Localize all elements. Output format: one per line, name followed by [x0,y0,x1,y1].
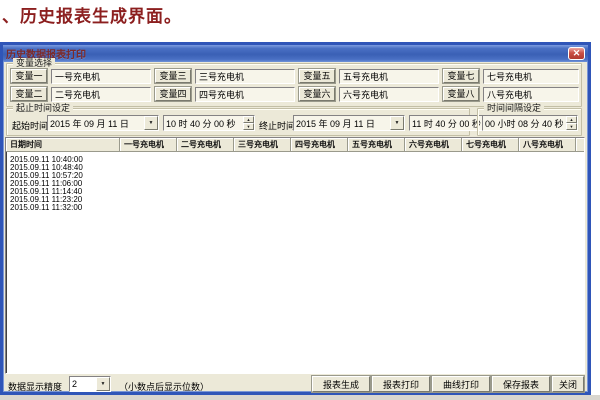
variable-8-field[interactable]: 八号充电机 [483,87,579,102]
table-row[interactable]: 2015.09.11 11:32:00 [6,204,584,212]
start-time-value: 10 时 40 分 00 秒 [164,117,243,130]
table-row[interactable]: 2015.09.11 11:14:40 [6,188,584,196]
end-date-combo[interactable]: 2015 年 09 月 11 日 ▼ [293,115,405,131]
column-header-filler [576,138,584,151]
chevron-down-icon[interactable]: ▼ [96,377,110,391]
start-time-spinner[interactable]: 10 时 40 分 00 秒 ▲▼ [163,115,255,131]
precision-value: 2 [70,379,96,389]
close-icon[interactable]: ✕ [568,47,585,60]
precision-combo[interactable]: 2 ▼ [69,376,111,392]
interval-value: 00 小时 08 分 40 秒 [483,117,566,130]
end-time-label: 终止时间 [259,119,295,132]
column-header-datetime[interactable]: 日期时间 [6,138,120,151]
precision-note: （小数点后显示位数） [119,380,209,393]
print-report-button[interactable]: 报表打印 [372,376,430,392]
variable-7-field[interactable]: 七号充电机 [483,69,579,84]
dialog-titlebar: 历史数据报表打印 ✕ [3,45,588,62]
column-header-charger-3[interactable]: 三号充电机 [234,138,291,151]
variable-group-label: 变量选择 [13,58,55,69]
variable-2-button[interactable]: 变量二 [11,87,47,101]
variable-7-button[interactable]: 变量七 [443,69,479,83]
variable-3-button[interactable]: 变量三 [155,69,191,83]
column-header-charger-4[interactable]: 四号充电机 [291,138,348,151]
table-row[interactable]: 2015.09.11 11:06:00 [6,180,584,188]
start-date-combo[interactable]: 2015 年 09 月 11 日 ▼ [47,115,159,131]
variable-5-button[interactable]: 变量五 [299,69,335,83]
spin-up-icon[interactable]: ▲ [243,116,254,123]
column-header-charger-7[interactable]: 七号充电机 [462,138,519,151]
variable-5-field[interactable]: 五号充电机 [339,69,439,84]
table-row[interactable]: 2015.09.11 10:57:20 [6,172,584,180]
time-range-group-label: 起止时间设定 [13,103,73,114]
start-date-value: 2015 年 09 月 11 日 [48,117,144,130]
screenshot-stage: 、历史报表生成界面。 历史数据报表打印 ✕ 变量选择 变量一 一号充电机 变量三… [0,0,600,400]
interval-spinner[interactable]: 00 小时 08 分 40 秒 ▲▼ [482,115,578,131]
spin-down-icon[interactable]: ▼ [243,123,254,130]
save-report-button[interactable]: 保存报表 [492,376,550,392]
column-header-charger-8[interactable]: 八号充电机 [519,138,576,151]
variable-1-button[interactable]: 变量一 [11,69,47,83]
start-time-label: 起始时间 [12,119,48,132]
variable-6-button[interactable]: 变量六 [299,87,335,101]
dialog-title: 历史数据报表打印 [6,46,568,61]
table-row[interactable]: 2015.09.11 10:40:00 [6,156,584,164]
variable-1-field[interactable]: 一号充电机 [51,69,151,84]
variable-4-field[interactable]: 四号充电机 [195,87,295,102]
table-row[interactable]: 2015.09.11 11:23:20 [6,196,584,204]
variable-8-button[interactable]: 变量八 [443,87,479,101]
column-header-charger-5[interactable]: 五号充电机 [348,138,405,151]
page-caption: 、历史报表生成界面。 [2,2,182,27]
precision-label: 数据显示精度 [8,380,62,393]
close-button[interactable]: 关闭 [552,376,584,392]
chevron-down-icon[interactable]: ▼ [390,116,404,130]
spin-up-icon[interactable]: ▲ [566,116,577,123]
spin-down-icon[interactable]: ▼ [566,123,577,130]
variable-6-field[interactable]: 六号充电机 [339,87,439,102]
interval-group-label: 时间间隔设定 [484,103,544,114]
report-print-dialog: 历史数据报表打印 ✕ 变量选择 变量一 一号充电机 变量三 三号充电机 变量五 … [0,42,591,395]
end-date-value: 2015 年 09 月 11 日 [294,117,390,130]
column-header-charger-2[interactable]: 二号充电机 [177,138,234,151]
report-table-body: 2015.09.11 10:40:00 2015.09.11 10:48:40 … [6,152,584,212]
column-header-charger-6[interactable]: 六号充电机 [405,138,462,151]
chevron-down-icon[interactable]: ▼ [144,116,158,130]
table-row[interactable]: 2015.09.11 10:48:40 [6,164,584,172]
variable-4-button[interactable]: 变量四 [155,87,191,101]
variable-3-field[interactable]: 三号充电机 [195,69,295,84]
column-header-charger-1[interactable]: 一号充电机 [120,138,177,151]
print-curve-button[interactable]: 曲线打印 [432,376,490,392]
report-table-header: 日期时间 一号充电机 二号充电机 三号充电机 四号充电机 五号充电机 六号充电机… [6,138,584,152]
variable-2-field[interactable]: 二号充电机 [51,87,151,102]
generate-report-button[interactable]: 报表生成 [312,376,370,392]
desktop-strip [0,395,600,400]
report-table: 日期时间 一号充电机 二号充电机 三号充电机 四号充电机 五号充电机 六号充电机… [5,137,585,374]
